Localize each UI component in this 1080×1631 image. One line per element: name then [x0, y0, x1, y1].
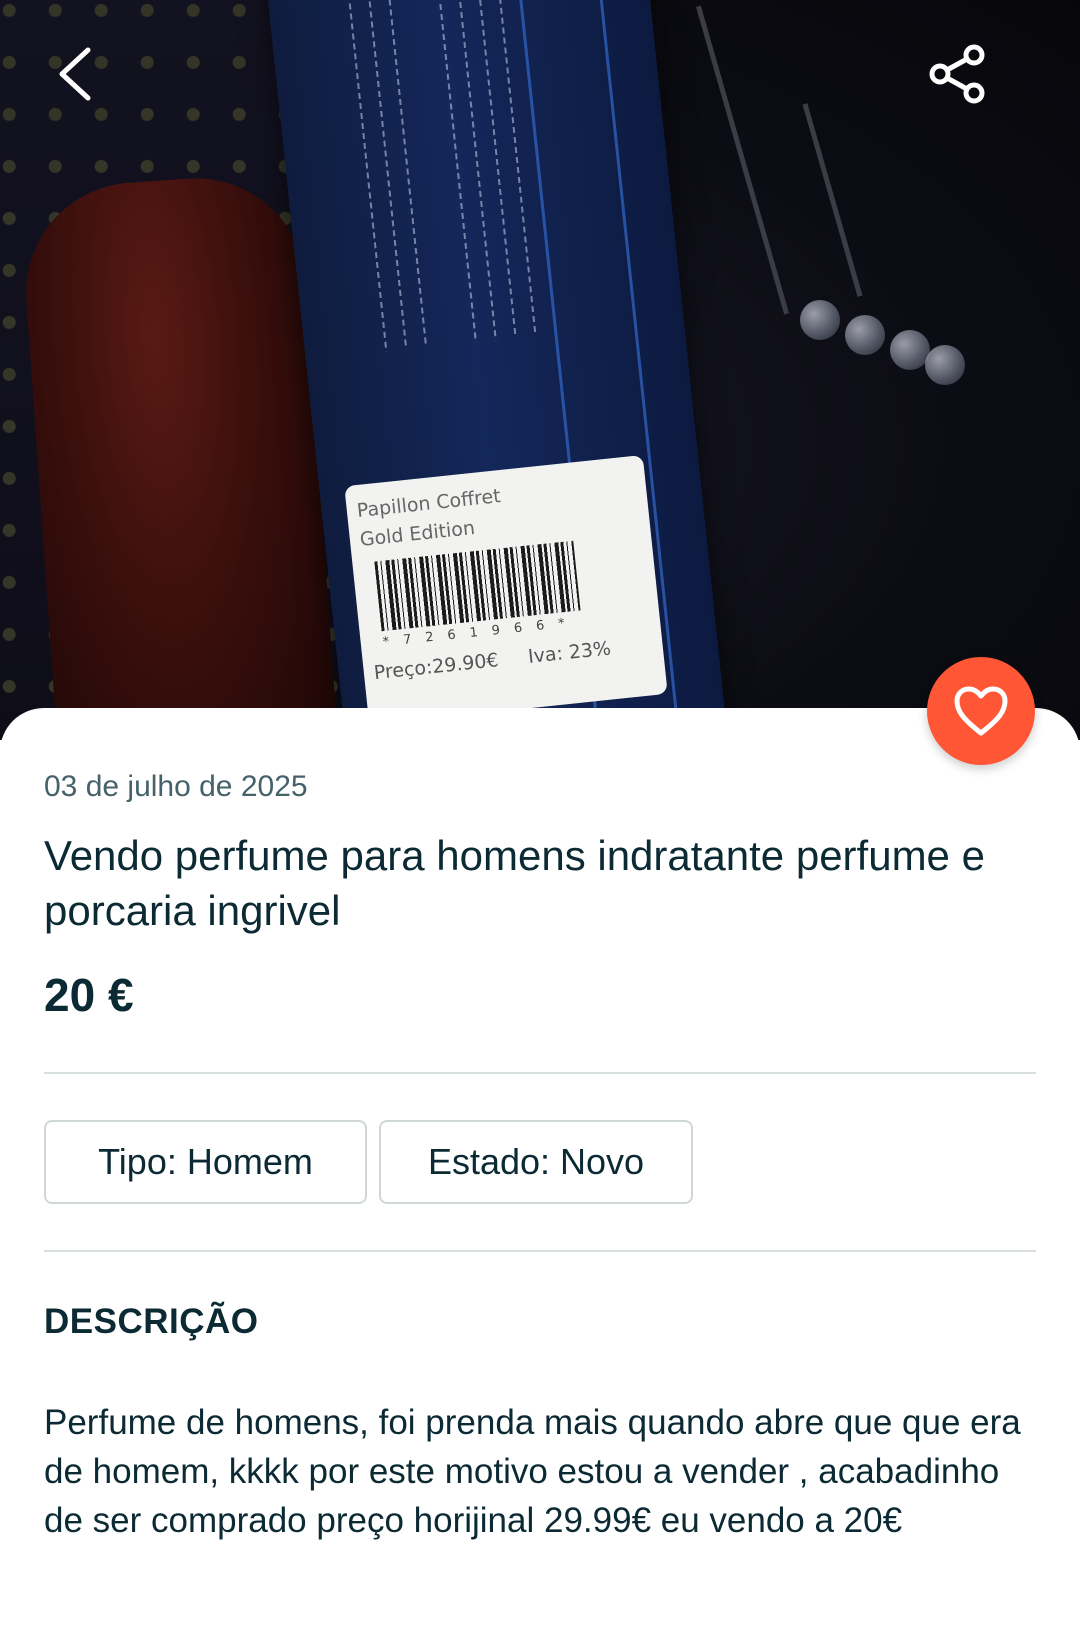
heart-icon — [954, 686, 1008, 736]
favorite-button[interactable] — [927, 657, 1035, 765]
back-button[interactable] — [40, 38, 112, 110]
attribute-chip-condition: Estado: Novo — [379, 1120, 693, 1204]
photo-bottle-shape — [18, 170, 342, 740]
listing-title: Vendo perfume para homens indratante per… — [44, 832, 985, 934]
listing-photo[interactable]: Papillon Coffret Gold Edition *7261966* … — [0, 0, 1080, 740]
sticker-price: Preço:29.90€ — [372, 649, 500, 685]
photo-pin — [695, 5, 790, 315]
photo-bead — [925, 345, 965, 385]
sticker-iva: Iva: 23% — [526, 637, 612, 668]
sticker-product-name: Papillon Coffret Gold Edition — [355, 485, 502, 551]
photo-pin — [802, 103, 863, 297]
photo-bead — [845, 315, 885, 355]
share-button[interactable] — [922, 38, 994, 110]
price-sticker: Papillon Coffret Gold Edition *7261966* … — [344, 454, 668, 726]
divider — [44, 1250, 1036, 1252]
share-icon — [929, 44, 985, 104]
photo-bead — [800, 300, 840, 340]
listing-price: 20 € — [44, 969, 134, 1021]
description-heading: DESCRIÇÃO — [44, 1302, 259, 1341]
divider — [44, 1072, 1036, 1074]
chevron-left-icon — [59, 47, 91, 101]
attribute-chip-type: Tipo: Homem — [44, 1120, 367, 1204]
photo-bead — [890, 330, 930, 370]
listing-date: 03 de julho de 2025 — [44, 770, 308, 803]
description-text: Perfume de homens, foi prenda mais quand… — [44, 1403, 1021, 1540]
